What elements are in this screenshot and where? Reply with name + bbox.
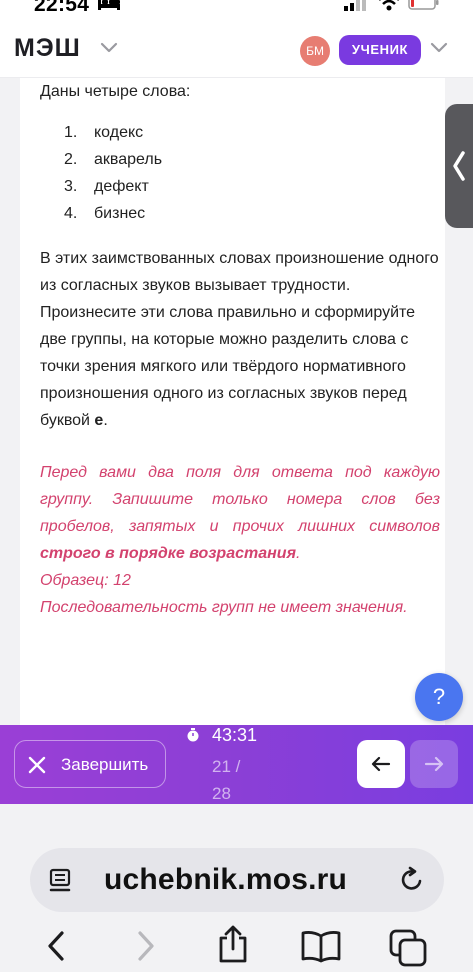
address-bar[interactable]: uchebnik.mos.ru [30,848,444,912]
wifi-icon [379,0,399,11]
word-list: 1. кодекс 2. акварель 3. дефект 4. бизнес [64,122,162,230]
list-item: 2. акварель [64,149,162,176]
tabs-icon[interactable] [388,928,428,968]
example-text: Образец: 12 [40,572,131,589]
question-progress: 21 / [212,757,241,776]
signal-icon [344,0,366,11]
page-settings-icon[interactable] [48,868,74,894]
avatar[interactable]: БМ [300,36,330,66]
finish-button[interactable]: Завершить [14,740,166,788]
word-number: 1. [64,124,78,141]
previous-question-button[interactable] [357,740,405,788]
word-text: бизнес [94,205,146,222]
browser-toolbar: uchebnik.mos.ru [0,804,473,972]
list-item: 1. кодекс [64,122,162,149]
word-text: акварель [94,151,163,168]
url-text[interactable]: uchebnik.mos.ru [104,863,347,897]
chevron-left-icon [453,151,465,181]
app-logo[interactable]: МЭШ [14,34,81,63]
help-button[interactable]: ? [415,673,463,721]
question-total: 28 [212,784,231,803]
instruction-main: Перед вами два поля для ответа под кажду… [40,464,440,535]
word-number: 3. [64,178,78,195]
word-number: 4. [64,205,78,222]
arrow-right-icon [424,756,444,772]
task-end: . [103,412,108,429]
word-text: кодекс [94,124,144,141]
answer-instruction: Перед вами два поля для ответа под кажду… [40,459,440,621]
status-bar: 22:54 [0,0,473,20]
arrow-left-icon [371,756,391,772]
chevron-down-icon[interactable] [100,42,118,54]
close-icon [28,756,46,774]
chevron-down-icon[interactable] [430,42,448,54]
finish-label: Завершить [61,755,149,774]
task-main: В этих заимствованных словах произношени… [40,250,439,429]
instruction-end: . [295,545,301,562]
bed-icon [98,0,120,10]
timer-icon [187,728,199,742]
role-button[interactable]: УЧЕНИК [339,35,421,65]
timer-text: 43:31 [212,725,258,745]
side-panel-toggle[interactable] [445,104,473,228]
instruction-bold: строго в порядке возрастания [40,545,296,562]
app-header: МЭШ БМ УЧЕНИК [0,20,473,78]
battery-icon [408,0,439,10]
list-item: 4. бизнес [64,203,162,230]
status-time: 22:54 [34,0,90,16]
browser-forward-icon[interactable] [134,930,158,962]
question-intro: Даны четыре слова: [40,83,191,100]
task-letter: е [94,412,104,429]
word-text: дефект [94,178,149,195]
share-icon[interactable] [216,924,250,964]
test-navigation-bar: Завершить 43:31 21 / 28 [0,725,473,804]
order-note: Последовательность групп не имеет значен… [40,599,408,616]
list-item: 3. дефект [64,176,162,203]
reload-icon[interactable] [398,866,426,894]
question-card: Даны четыре слова: 1. кодекс 2. акварель 3… [20,78,445,728]
browser-back-icon[interactable] [44,930,68,962]
bookmarks-icon[interactable] [300,929,342,963]
task-text: В этих заимствованных словах произношени… [40,245,440,434]
next-question-button[interactable] [410,740,458,788]
word-number: 2. [64,151,78,168]
